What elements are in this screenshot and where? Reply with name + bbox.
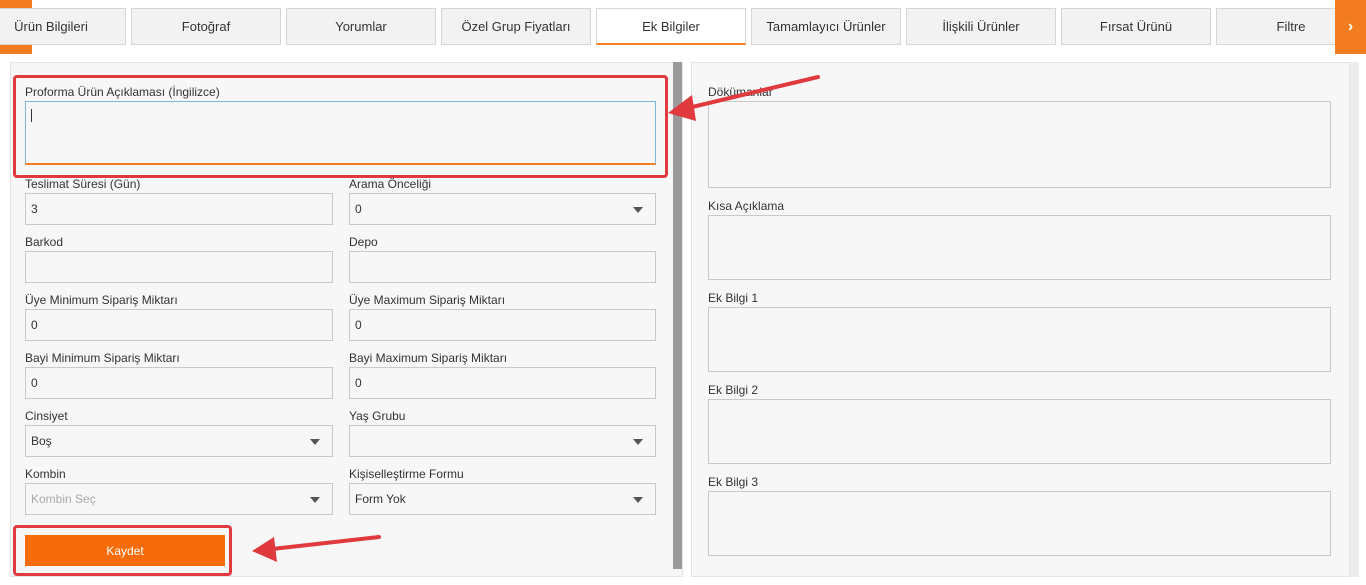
annotation-arrows: [252, 75, 820, 562]
annotation-arrow-proforma: [668, 75, 820, 121]
annotation-arrow-save: [252, 535, 381, 562]
